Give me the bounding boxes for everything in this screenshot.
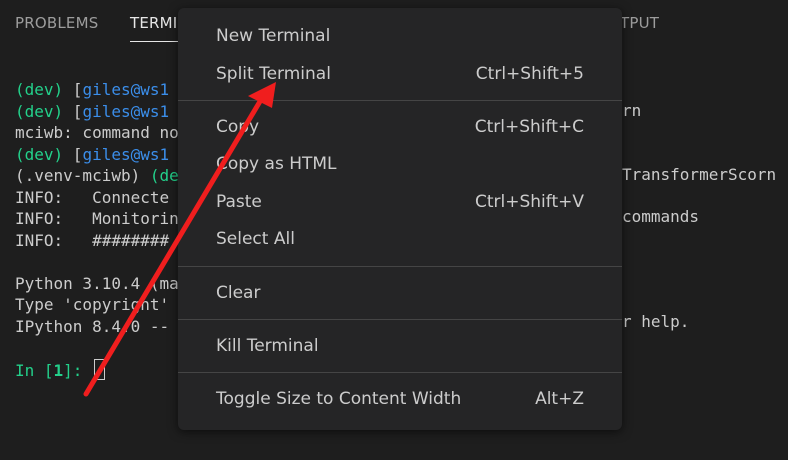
terminal-line: In [1]: bbox=[15, 358, 179, 381]
terminal-line: INFO: Connecte bbox=[15, 187, 179, 209]
menu-item-label: Copy as HTML bbox=[216, 154, 337, 174]
terminal-text: In [ bbox=[15, 360, 54, 380]
terminal-text: INFO: Connecte bbox=[15, 187, 170, 207]
menu-item-copy[interactable]: Copy Ctrl+Shift+C bbox=[216, 113, 584, 143]
menu-item-shortcut: Ctrl+Shift+C bbox=[474, 117, 584, 137]
terminal-line: INFO: Monitorin bbox=[15, 208, 179, 230]
terminal-line: Python 3.10.4 (ma bbox=[15, 273, 179, 295]
terminal-text: [ bbox=[72, 80, 83, 99]
menu-item-label: Clear bbox=[216, 283, 261, 303]
menu-item-select-all[interactable]: Select All bbox=[216, 225, 584, 255]
terminal-context-menu: New Terminal Split Terminal Ctrl+Shift+5… bbox=[178, 8, 622, 430]
menu-item-clear[interactable]: Clear bbox=[216, 279, 584, 309]
terminal-text: giles@ws1 bbox=[82, 80, 170, 99]
terminal-text: (de bbox=[149, 166, 179, 185]
menu-separator bbox=[178, 266, 622, 267]
terminal-fragment: TransformerScorn bbox=[622, 165, 777, 184]
menu-item-split-terminal[interactable]: Split Terminal Ctrl+Shift+5 bbox=[216, 60, 584, 90]
terminal-cursor bbox=[94, 358, 106, 380]
terminal-text: Type 'copyright' bbox=[15, 295, 170, 314]
terminal-text: INFO: Monitorin bbox=[15, 209, 179, 228]
terminal-line: mciwb: command no bbox=[15, 122, 179, 144]
terminal-text: giles@ws1 bbox=[82, 144, 170, 164]
menu-item-kill-terminal[interactable]: Kill Terminal bbox=[216, 332, 584, 362]
terminal-fragment: commands bbox=[622, 207, 700, 226]
menu-item-label: Split Terminal bbox=[216, 64, 331, 84]
terminal-line: (.venv-mciwb) (de bbox=[15, 165, 179, 187]
terminal-text: Python 3.10.4 (ma bbox=[15, 273, 179, 293]
terminal-line: (dev) [giles@ws1 bbox=[15, 101, 179, 123]
terminal-text: (dev) bbox=[15, 101, 73, 121]
menu-item-shortcut: Ctrl+Shift+5 bbox=[475, 64, 584, 84]
terminal-text: INFO: ######## bbox=[15, 230, 170, 250]
terminal-line: Type 'copyright' bbox=[15, 294, 179, 316]
terminal-line: (dev) [giles@ws1 bbox=[15, 144, 179, 166]
terminal-text: giles@ws1 bbox=[82, 101, 170, 121]
terminal-line: INFO: ######## bbox=[15, 230, 179, 252]
menu-item-toggle-size[interactable]: Toggle Size to Content Width Alt+Z bbox=[216, 385, 584, 415]
tab-problems[interactable]: PROBLEMS bbox=[15, 14, 98, 32]
menu-separator bbox=[178, 372, 622, 373]
terminal-line: (dev) [giles@ws1 bbox=[15, 79, 179, 101]
terminal-line: IPython 8.4.0 -- bbox=[15, 316, 179, 338]
terminal-output[interactable]: (dev) [giles@ws1 (dev) [giles@ws1 mciwb: c… bbox=[15, 79, 179, 380]
menu-separator bbox=[178, 319, 622, 320]
menu-item-paste[interactable]: Paste Ctrl+Shift+V bbox=[216, 188, 584, 218]
menu-item-label: Paste bbox=[216, 192, 262, 212]
tab-terminal[interactable]: TERMI bbox=[130, 14, 219, 42]
menu-item-copy-as-html[interactable]: Copy as HTML bbox=[216, 150, 584, 180]
menu-item-shortcut: Alt+Z bbox=[535, 389, 584, 409]
terminal-fragment: r help. bbox=[622, 312, 690, 331]
vscode-panel: PROBLEMS TERMI TPUT (dev) [giles@ws1 (dev… bbox=[0, 0, 788, 460]
menu-item-label: Copy bbox=[216, 117, 260, 137]
terminal-text: [ bbox=[72, 101, 83, 121]
menu-item-label: Select All bbox=[216, 229, 295, 249]
menu-item-label: Kill Terminal bbox=[216, 336, 319, 356]
terminal-text: mciwb: command no bbox=[15, 123, 179, 142]
terminal-text: [ bbox=[72, 144, 83, 164]
terminal-text: IPython 8.4.0 -- bbox=[15, 316, 170, 336]
menu-item-shortcut: Ctrl+Shift+V bbox=[474, 192, 584, 212]
menu-item-label: Toggle Size to Content Width bbox=[216, 389, 462, 409]
terminal-fragment: rn bbox=[622, 101, 642, 120]
tab-output[interactable]: TPUT bbox=[620, 14, 659, 32]
terminal-text: (dev) bbox=[15, 144, 73, 164]
menu-item-new-terminal[interactable]: New Terminal bbox=[216, 22, 584, 52]
menu-separator bbox=[178, 100, 622, 101]
terminal-text: 1 bbox=[53, 360, 64, 380]
terminal-text: (.venv-mciwb) bbox=[15, 166, 150, 185]
terminal-text: ]: bbox=[63, 360, 93, 380]
menu-item-label: New Terminal bbox=[216, 26, 331, 46]
terminal-text: (dev) bbox=[15, 80, 73, 99]
